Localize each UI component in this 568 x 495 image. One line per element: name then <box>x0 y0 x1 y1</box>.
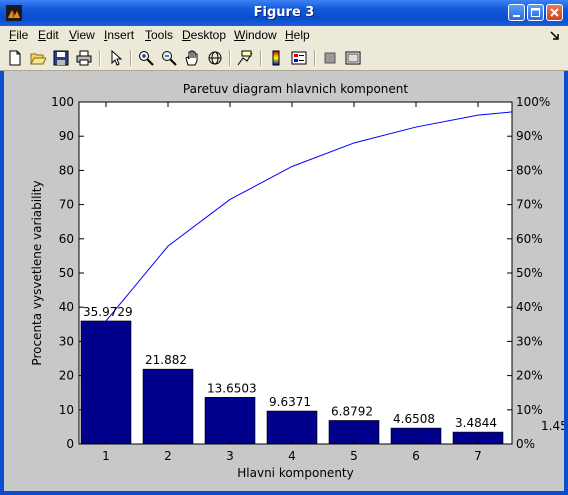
menu-insert[interactable]: Insert <box>104 28 134 42</box>
y-tick-label: 80 <box>59 163 74 177</box>
y2-tick-label: 80% <box>516 163 543 177</box>
figure-toolbar <box>0 46 568 71</box>
y2-tick-label: 40% <box>516 300 543 314</box>
y-tick-label: 30 <box>59 334 74 348</box>
figure-canvas[interactable]: 0 0% 10 10% 20 20% 30 30% 40 40% 50 50% 60 60% 70 70% 80… <box>4 71 568 491</box>
x-axis-label: Hlavni komponenty <box>237 466 353 480</box>
insert-colorbar-icon[interactable] <box>268 50 284 66</box>
toolbar-separator <box>99 50 101 66</box>
y2-tick-label: 30% <box>516 334 543 348</box>
open-file-icon[interactable] <box>30 50 46 66</box>
window-border-bottom <box>0 491 568 495</box>
save-icon[interactable] <box>53 50 69 66</box>
data-cursor-icon[interactable] <box>237 50 253 66</box>
maximize-icon <box>531 8 540 17</box>
window-border-right <box>564 26 568 495</box>
y-tick-label: 60 <box>59 232 74 246</box>
toolbar-separator <box>229 50 231 66</box>
bar <box>80 320 132 445</box>
y2-tick-label: 10% <box>516 403 543 417</box>
y2-tick-label: 20% <box>516 369 543 383</box>
y-tick-label: 50 <box>59 266 74 280</box>
menu-edit[interactable]: Edit <box>38 28 59 42</box>
y2-tick-label: 50% <box>516 266 543 280</box>
window-title: Figure 3 <box>253 5 315 20</box>
menu-window[interactable]: Window <box>234 28 277 42</box>
y2-tick-label: 60% <box>516 232 543 246</box>
rotate-3d-icon[interactable] <box>207 50 223 66</box>
bar-value-label: 21.882 <box>145 353 187 367</box>
bar-value-label: 6.8792 <box>331 404 373 418</box>
bar-value-label: 4.6508 <box>393 412 435 426</box>
x-tick-label: 1 <box>102 449 110 463</box>
x-tick-label: 2 <box>164 449 172 463</box>
bar-value-label: 13.6503 <box>207 381 257 395</box>
maximize-button[interactable] <box>527 4 544 21</box>
zoom-out-icon[interactable] <box>161 50 177 66</box>
bar-value-label: 35.9729 <box>83 305 133 319</box>
y-tick-label: 90 <box>59 129 74 143</box>
minimize-button[interactable] <box>508 4 525 21</box>
y-tick-label: 20 <box>59 369 74 383</box>
y2-tick-label: 90% <box>516 129 543 143</box>
menu-bar: File Edit View Insert Tools Desktop Wind… <box>0 26 568 46</box>
y-tick-label: 40 <box>59 300 74 314</box>
y2-tick-label: 0% <box>516 437 535 451</box>
chart-title: Paretuv diagram hlavnich komponent <box>183 82 409 96</box>
menu-file[interactable]: File <box>9 28 28 42</box>
dock-figure-icon[interactable] <box>548 29 562 43</box>
pareto-chart: 0 0% 10 10% 20 20% 30 30% 40 40% 50 50% 60 60% 70 70% 80… <box>30 82 568 480</box>
y2-tick-label: 70% <box>516 198 543 212</box>
toolbar-separator <box>130 50 132 66</box>
menu-view[interactable]: View <box>69 28 95 42</box>
edit-plot-arrow-icon[interactable] <box>108 50 124 66</box>
pan-hand-icon[interactable] <box>184 50 200 66</box>
print-icon[interactable] <box>76 50 92 66</box>
overflow-value-label: 1.45 <box>541 419 564 433</box>
bar-value-label: 9.6371 <box>269 395 311 409</box>
x-tick-label: 5 <box>350 449 358 463</box>
minimize-icon <box>513 15 520 17</box>
close-icon <box>550 8 559 17</box>
bar <box>204 397 256 445</box>
menu-desktop[interactable]: Desktop <box>182 28 226 42</box>
y-tick-label: 70 <box>59 198 74 212</box>
insert-legend-icon[interactable] <box>291 50 307 66</box>
y2-tick-label: 100% <box>516 95 550 109</box>
bar <box>142 368 194 445</box>
close-button[interactable] <box>546 4 563 21</box>
x-tick-label: 7 <box>474 449 482 463</box>
menu-tools[interactable]: Tools <box>145 28 173 42</box>
hide-plot-tools-icon[interactable] <box>322 50 338 66</box>
y-tick-label: 100 <box>51 95 74 109</box>
new-figure-icon[interactable] <box>7 50 23 66</box>
toolbar-separator <box>314 50 316 66</box>
zoom-in-icon[interactable] <box>138 50 154 66</box>
x-tick-label: 4 <box>288 449 296 463</box>
x-tick-label: 3 <box>226 449 234 463</box>
title-bar: Figure 3 <box>0 0 568 27</box>
menu-help[interactable]: Help <box>285 28 310 42</box>
y-tick-label: 0 <box>66 437 74 451</box>
y-axis-label: Procenta vysvetlene variability <box>30 180 44 365</box>
show-plot-tools-icon[interactable] <box>345 50 361 66</box>
bar-value-label: 3.4844 <box>455 416 497 430</box>
x-tick-label: 6 <box>412 449 420 463</box>
toolbar-separator <box>260 50 262 66</box>
y-tick-label: 10 <box>59 403 74 417</box>
